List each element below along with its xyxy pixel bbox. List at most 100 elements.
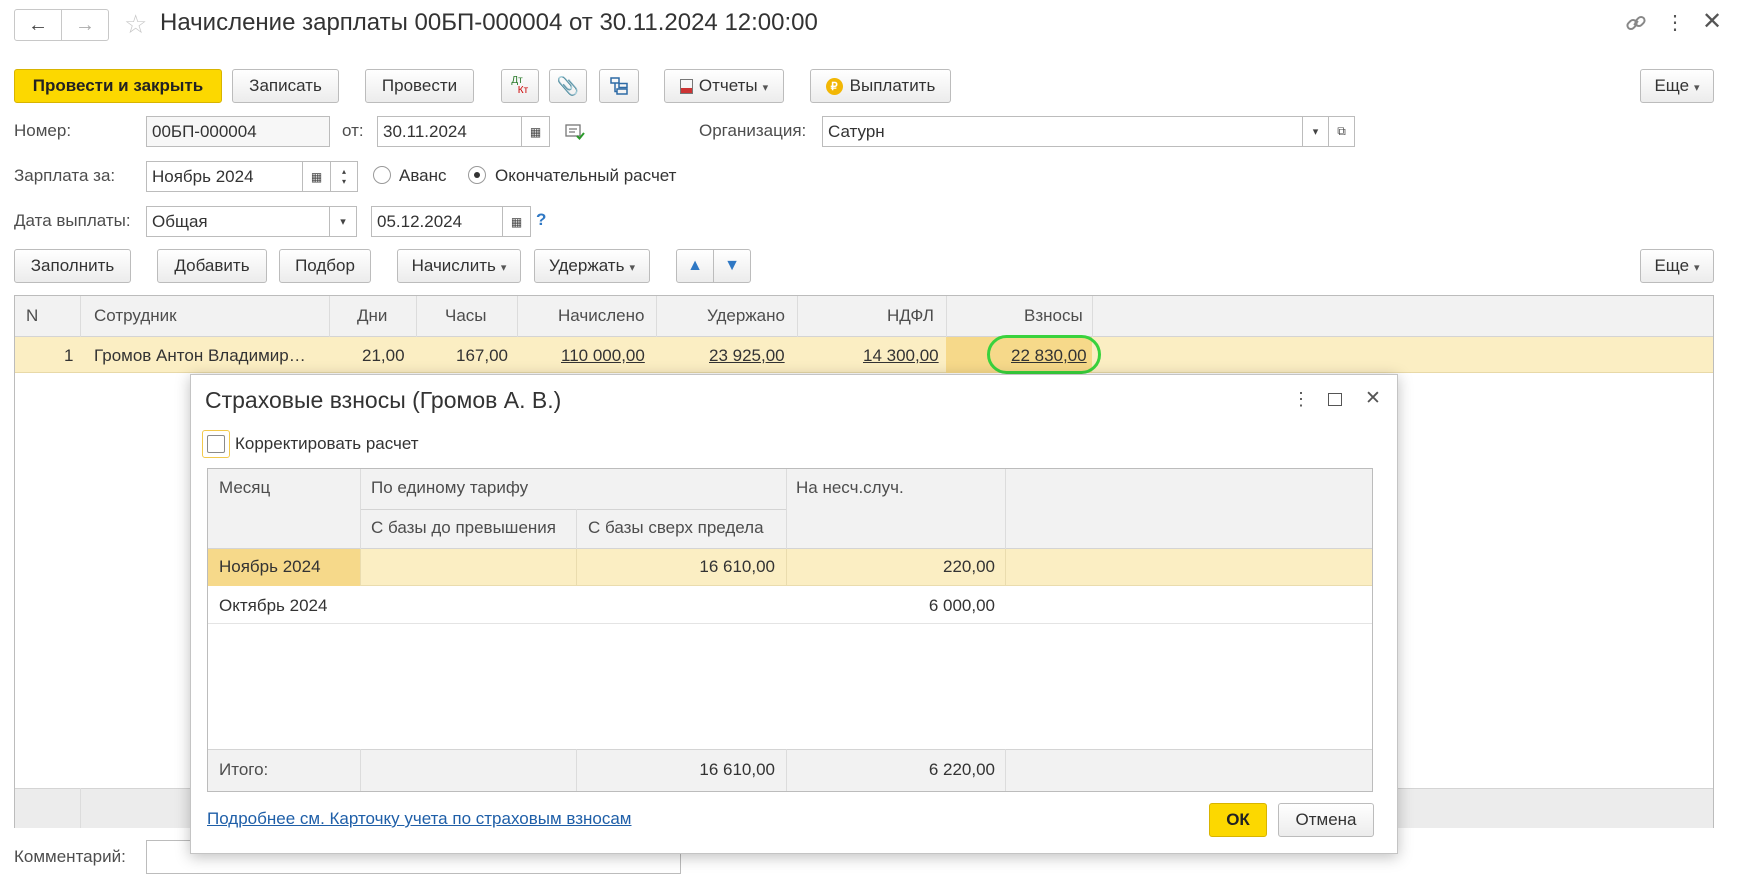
ok-button[interactable]: ОК — [1209, 803, 1267, 837]
col-contributions[interactable]: Взносы — [1024, 306, 1083, 326]
pay-button[interactable]: ₽ Выплатить — [810, 69, 951, 103]
dt-kt-button[interactable]: Дт Кт — [501, 69, 539, 103]
table-header — [15, 296, 1713, 337]
link-icon[interactable] — [1623, 10, 1649, 36]
close-icon[interactable]: ✕ — [1365, 387, 1381, 411]
move-down-button[interactable]: ▼ — [713, 249, 751, 283]
calendar-icon[interactable]: ▦ — [521, 117, 549, 146]
col-single-tariff[interactable]: По единому тарифу — [371, 478, 528, 498]
maximize-icon[interactable] — [1328, 393, 1342, 406]
final-calc-radio[interactable] — [468, 166, 486, 184]
more-label: Еще — [1654, 76, 1699, 96]
contributions-table: Месяц По единому тарифу С базы до превыш… — [207, 468, 1373, 792]
arrow-right-icon: → — [75, 13, 95, 36]
back-button[interactable]: ← — [15, 10, 62, 40]
pay-date-type-field[interactable]: Общая ▾ — [146, 206, 357, 237]
reports-label: Отчеты — [699, 76, 768, 96]
col-month[interactable]: Месяц — [219, 478, 270, 498]
post-and-close-button[interactable]: Провести и закрыть — [14, 69, 222, 103]
number-label: Номер: — [14, 121, 72, 140]
table-more-label: Еще — [1654, 256, 1699, 276]
paperclip-icon: 📎 — [556, 75, 580, 96]
advance-radio[interactable] — [373, 166, 391, 184]
col-hours[interactable]: Часы — [445, 306, 487, 326]
cell-accident: 6 000,00 — [928, 596, 995, 615]
col-base-below[interactable]: С базы до превышения — [371, 518, 556, 538]
structure-icon — [610, 77, 628, 95]
fill-button[interactable]: Заполнить — [14, 249, 131, 283]
pay-label: Выплатить — [849, 76, 936, 95]
cell-base-above: 16 610,00 — [699, 557, 775, 576]
withhold-label: Удержать — [549, 256, 635, 276]
table-row[interactable] — [208, 586, 1372, 624]
col-days[interactable]: Дни — [357, 306, 387, 326]
more-button[interactable]: Еще — [1640, 69, 1714, 103]
cancel-button[interactable]: Отмена — [1278, 803, 1374, 837]
arrow-down-icon: ▼ — [724, 257, 740, 274]
add-button[interactable]: Добавить — [157, 249, 267, 283]
pay-date-field[interactable]: 05.12.2024 ▦ — [371, 206, 531, 237]
attach-button[interactable]: 📎 — [549, 69, 587, 103]
cell-contributions-link[interactable]: 22 830,00 — [1011, 346, 1087, 366]
more-vertical-icon[interactable]: ⋮ — [1292, 387, 1310, 411]
date-field[interactable]: 30.11.2024 ▦ — [377, 116, 550, 147]
withhold-button[interactable]: Удержать — [534, 249, 650, 283]
cell-ndfl-link[interactable]: 14 300,00 — [863, 346, 939, 366]
cell-hours: 167,00 — [456, 346, 508, 365]
adjust-checkbox[interactable] — [202, 430, 230, 458]
structure-button[interactable] — [599, 69, 639, 103]
arrow-up-icon: ▲ — [687, 257, 703, 274]
document-check-icon[interactable] — [565, 123, 585, 141]
forward-button[interactable]: → — [62, 10, 108, 40]
kt-label: Кт — [517, 85, 529, 96]
arrow-left-icon: ← — [28, 13, 48, 36]
cell-month: Ноябрь 2024 — [219, 557, 321, 576]
salary-for-value: Ноябрь 2024 — [152, 166, 254, 186]
organization-value: Сатурн — [828, 121, 885, 141]
organization-field[interactable]: Сатурн ▾ ⧉ — [822, 116, 1355, 147]
open-icon[interactable]: ⧉ — [1328, 117, 1354, 146]
accrue-button[interactable]: Начислить — [397, 249, 521, 283]
save-button[interactable]: Записать — [232, 69, 339, 103]
col-employee[interactable]: Сотрудник — [94, 306, 177, 326]
date-value: 30.11.2024 — [383, 121, 467, 141]
table-row[interactable] — [208, 549, 1372, 586]
reports-button[interactable]: Отчеты — [664, 69, 784, 103]
number-field[interactable]: 00БП-000004 — [146, 116, 330, 147]
chevron-down-icon[interactable]: ▾ — [329, 207, 356, 236]
col-accrued[interactable]: Начислено — [558, 306, 644, 326]
col-base-above[interactable]: С базы сверх предела — [588, 518, 764, 538]
from-label: от: — [342, 121, 364, 140]
pick-button[interactable]: Подбор — [279, 249, 371, 283]
salary-for-field[interactable]: Ноябрь 2024 ▦ ▴ ▾ — [146, 161, 358, 192]
star-icon[interactable]: ☆ — [124, 9, 147, 39]
total-label: Итого: — [219, 760, 269, 779]
cell-accrued-link[interactable]: 110 000,00 — [561, 346, 645, 366]
calendar-icon[interactable]: ▦ — [502, 207, 530, 236]
table-more-button[interactable]: Еще — [1640, 249, 1714, 283]
close-icon[interactable]: ✕ — [1702, 8, 1722, 36]
post-button[interactable]: Провести — [365, 69, 474, 103]
col-withheld[interactable]: Удержано — [707, 306, 785, 326]
col-n[interactable]: N — [26, 306, 38, 326]
organization-label: Организация: — [699, 121, 807, 140]
col-ndfl[interactable]: НДФЛ — [887, 306, 934, 326]
adjust-label[interactable]: Корректировать расчет — [235, 434, 419, 454]
accrue-label: Начислить — [412, 256, 507, 276]
details-link[interactable]: Подробнее см. Карточку учета по страховы… — [207, 809, 632, 829]
help-icon[interactable]: ? — [536, 210, 546, 230]
move-up-button[interactable]: ▲ — [676, 249, 714, 283]
spinner-icon[interactable]: ▴ ▾ — [330, 162, 357, 191]
cell-accident: 220,00 — [943, 557, 995, 576]
final-calc-label[interactable]: Окончательный расчет — [495, 166, 676, 186]
total-base-above: 16 610,00 — [699, 760, 775, 779]
cell-withheld-link[interactable]: 23 925,00 — [709, 346, 785, 366]
col-accident[interactable]: На несч.случ. — [796, 478, 904, 498]
total-accident: 6 220,00 — [928, 760, 995, 779]
comment-label: Комментарий: — [14, 847, 126, 866]
advance-label[interactable]: Аванс — [399, 166, 447, 186]
chevron-down-icon[interactable]: ▾ — [1302, 117, 1328, 146]
dialog-table-footer — [208, 749, 1372, 791]
calendar-icon[interactable]: ▦ — [302, 162, 330, 191]
more-vertical-icon[interactable]: ⋮ — [1665, 10, 1685, 36]
